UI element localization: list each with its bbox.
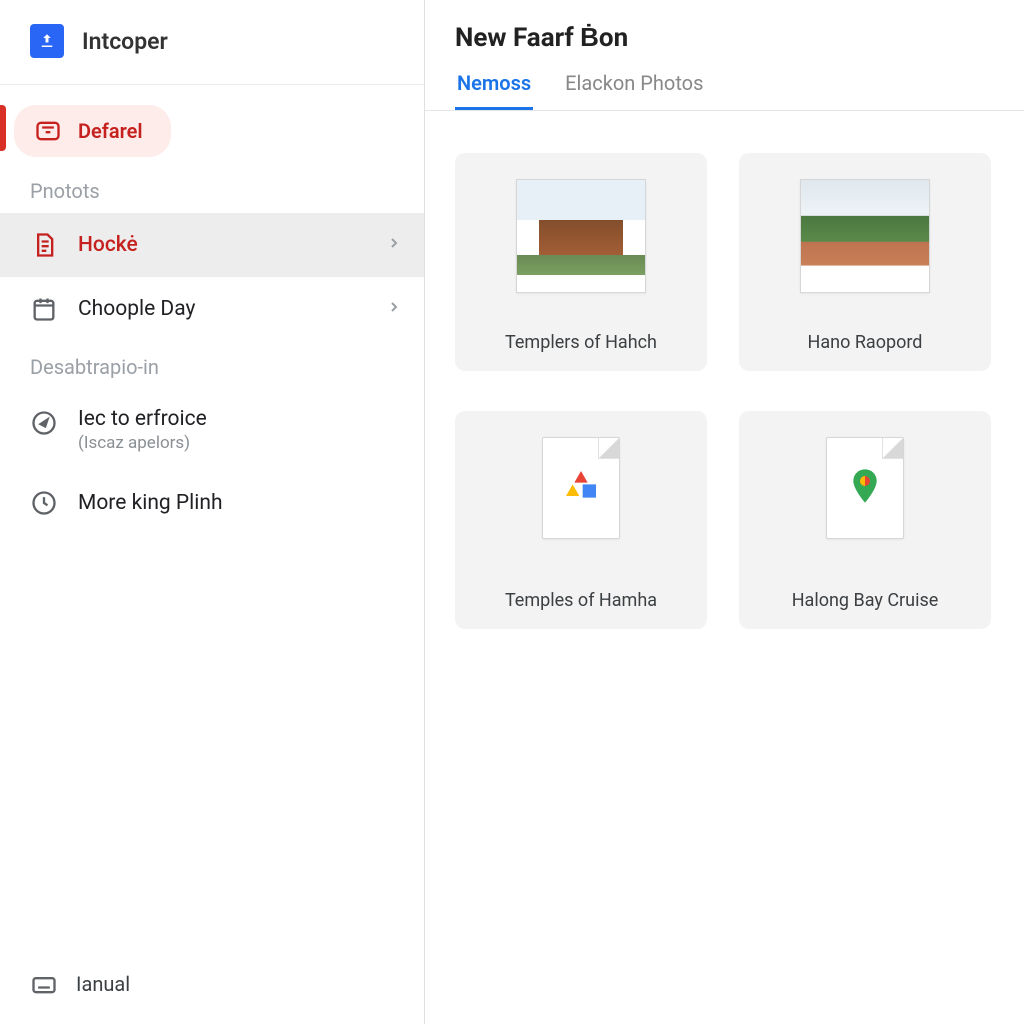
chevron-right-icon [386, 233, 402, 257]
temple-photo-icon [517, 180, 645, 292]
sidebar-section-1: Pnotots [0, 165, 424, 213]
sidebar-nav: Defarel Pnotots Hockė Choople Day [0, 85, 424, 944]
sidebar-item-hocke[interactable]: Hockė [0, 213, 424, 277]
card-label: Temples of Hamha [505, 590, 657, 611]
document-icon [30, 231, 58, 259]
card-templers-of-hahch[interactable]: Templers of Hahch [455, 153, 707, 371]
card-hano-raopord[interactable]: Hano Raopord [739, 153, 991, 371]
brand-logo-icon [30, 24, 64, 58]
tab-elackon-photos[interactable]: Elackon Photos [563, 63, 705, 110]
tab-nemoss[interactable]: Nemoss [455, 63, 533, 110]
sidebar-item-label: More king Plinh [78, 491, 223, 515]
sidebar-item-choople-day[interactable]: Choople Day [0, 277, 424, 341]
sidebar-accent [0, 105, 6, 151]
brand-title: Intcoper [82, 28, 168, 55]
compass-icon [30, 409, 58, 437]
sidebar-item-erfroice[interactable]: Iec to erfroice (Iscaz apelors) [0, 389, 424, 471]
pin-icon [30, 489, 58, 517]
calendar-icon [30, 295, 58, 323]
card-thumbnail [800, 179, 930, 293]
page-title: New Faarf Ḃon [455, 22, 994, 53]
sidebar-item-label: Hockė [78, 233, 138, 257]
chevron-right-icon [386, 297, 402, 321]
sidebar-primary-wrap: Defarel [0, 91, 424, 165]
card-halong-bay-cruise[interactable]: Halong Bay Cruise [739, 411, 991, 629]
google-doc-icon [561, 466, 601, 510]
main: New Faarf Ḃon Nemoss Elackon Photos Temp… [425, 0, 1024, 1024]
sidebar: Intcoper Defarel Pnotots Hockė [0, 0, 425, 1024]
card-label: Hano Raopord [808, 332, 923, 353]
inbox-icon [34, 117, 62, 145]
card-thumbnail [516, 179, 646, 293]
sidebar-footer[interactable]: Ianual [0, 944, 424, 1024]
map-pin-icon [845, 466, 885, 510]
main-header: New Faarf Ḃon Nemoss Elackon Photos [425, 0, 1024, 111]
brand: Intcoper [0, 0, 424, 85]
sidebar-primary-button[interactable]: Defarel [14, 105, 171, 157]
village-photo-icon [801, 180, 929, 292]
sidebar-item-label: Iec to erfroice [78, 407, 207, 431]
card-temples-of-hamha[interactable]: Temples of Hamha [455, 411, 707, 629]
card-thumbnail [826, 437, 904, 539]
sidebar-footer-label: Ianual [76, 972, 130, 996]
sidebar-item-sublabel: (Iscaz apelors) [78, 433, 207, 453]
sidebar-primary-label: Defarel [78, 119, 143, 143]
cards-grid: Templers of Hahch Hano Raopord Temples o… [425, 111, 1024, 671]
app-root: Intcoper Defarel Pnotots Hockė [0, 0, 1024, 1024]
keyboard-icon [30, 970, 58, 998]
sidebar-item-label: Choople Day [78, 297, 195, 321]
sidebar-section-2: Desabtrapio-in [0, 341, 424, 389]
sidebar-item-textgroup: Iec to erfroice (Iscaz apelors) [78, 407, 207, 453]
tabs: Nemoss Elackon Photos [455, 63, 994, 110]
card-label: Halong Bay Cruise [792, 590, 939, 611]
card-label: Templers of Hahch [505, 332, 657, 353]
card-thumbnail [542, 437, 620, 539]
sidebar-item-more-king[interactable]: More king Plinh [0, 471, 424, 535]
